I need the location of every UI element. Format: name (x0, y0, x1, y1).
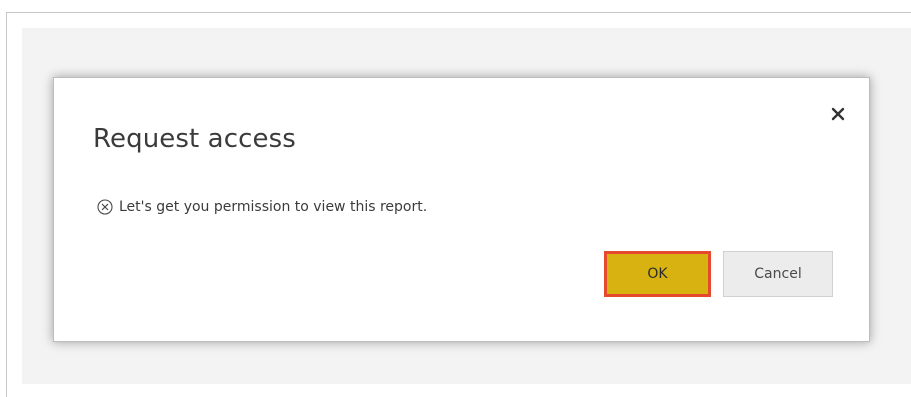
x-circle-icon (97, 199, 113, 215)
dialog-title: Request access (93, 124, 296, 154)
dialog-message-text: Let's get you permission to view this re… (119, 199, 428, 215)
dialog-message: Let's get you permission to view this re… (97, 199, 427, 215)
close-icon (831, 107, 845, 121)
ok-button[interactable]: OK (604, 251, 711, 297)
request-access-dialog: Request access Let's get you permission … (53, 77, 870, 342)
cancel-button[interactable]: Cancel (723, 251, 833, 297)
close-button[interactable] (827, 103, 849, 125)
